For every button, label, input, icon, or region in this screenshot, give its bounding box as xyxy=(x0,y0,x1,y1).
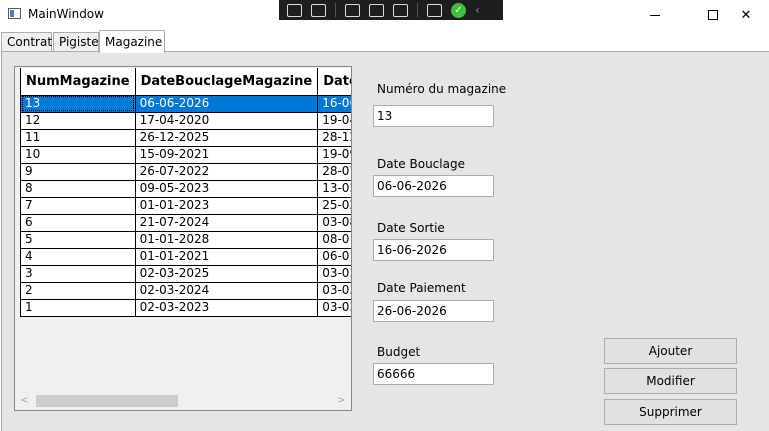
table-row[interactable]: 302-03-202503-03-202 xyxy=(20,265,351,283)
table-cell[interactable]: 1 xyxy=(20,299,136,317)
table-cell[interactable]: 28-07-202 xyxy=(317,163,351,181)
table-row[interactable]: 202-03-202403-03-202 xyxy=(20,282,351,300)
table-cell[interactable]: 02-03-2024 xyxy=(135,282,319,300)
supprimer-button[interactable]: Supprimer xyxy=(604,399,737,425)
table-cell[interactable]: 19-09-202 xyxy=(317,146,351,164)
table-cell[interactable]: 01-01-2023 xyxy=(135,197,319,215)
table-cell[interactable]: 01-01-2021 xyxy=(135,248,319,266)
table-row[interactable]: 926-07-202228-07-202 xyxy=(20,163,351,181)
numero-label: Numéro du magazine xyxy=(377,82,507,96)
table-cell[interactable]: 28-12-202 xyxy=(317,129,351,147)
table-cell[interactable]: 16-06-202 xyxy=(317,95,351,113)
table-row[interactable]: 621-07-202403-08-202 xyxy=(20,214,351,232)
close-icon: ✕ xyxy=(740,7,752,23)
tab-contrat[interactable]: Contrat xyxy=(1,32,52,52)
table-cell[interactable]: 11 xyxy=(20,129,136,147)
scroll-thumb[interactable] xyxy=(36,395,178,407)
hot-reload-icon[interactable] xyxy=(427,3,442,17)
table-cell[interactable]: 5 xyxy=(20,231,136,249)
magazine-data-grid[interactable]: NumMagazine DateBouclageMagazine DateSor… xyxy=(14,66,352,411)
table-row[interactable]: 1126-12-202528-12-202 xyxy=(20,129,351,147)
header-row: NumMagazine DateBouclageMagazine DateSor xyxy=(20,68,351,96)
scroll-right-arrow-icon[interactable]: > xyxy=(333,392,350,409)
column-header-datesortie[interactable]: DateSor xyxy=(317,68,351,96)
ajouter-button[interactable]: Ajouter xyxy=(604,338,737,364)
table-cell[interactable]: 02-03-2023 xyxy=(135,299,319,317)
table-cell[interactable]: 6 xyxy=(20,214,136,232)
maximize-icon xyxy=(708,10,718,20)
table-cell[interactable]: 08-01-202 xyxy=(317,231,351,249)
table-cell[interactable]: 06-06-2026 xyxy=(135,95,319,113)
table-cell[interactable]: 13-05-202 xyxy=(317,180,351,198)
table-cell[interactable]: 19-04-202 xyxy=(317,112,351,130)
table-cell[interactable]: 15-09-2021 xyxy=(135,146,319,164)
sortie-label: Date Sortie xyxy=(377,221,445,235)
table-cell[interactable]: 03-08-202 xyxy=(317,214,351,232)
column-header-datebouclage[interactable]: DateBouclageMagazine xyxy=(135,68,319,96)
tab-magazine[interactable]: Magazine xyxy=(99,30,165,53)
magazine-table: NumMagazine DateBouclageMagazine DateSor… xyxy=(20,68,351,317)
tab-strip: Contrat Pigiste Magazine xyxy=(0,30,769,53)
window-title: MainWindow xyxy=(28,7,104,21)
bouclage-input[interactable]: 06-06-2026 xyxy=(373,175,494,197)
table-row[interactable]: 701-01-202325-02-202 xyxy=(20,197,351,215)
table-cell[interactable]: 8 xyxy=(20,180,136,198)
table-cell[interactable]: 7 xyxy=(20,197,136,215)
table-row[interactable]: 1015-09-202119-09-202 xyxy=(20,146,351,164)
toolbar-separator xyxy=(417,3,418,17)
scroll-left-arrow-icon[interactable]: < xyxy=(16,392,33,409)
live-visual-tree-icon[interactable] xyxy=(287,3,302,17)
modifier-button[interactable]: Modifier xyxy=(604,368,737,394)
table-row[interactable]: 1217-04-202019-04-202 xyxy=(20,112,351,130)
table-cell[interactable]: 03-03-202 xyxy=(317,265,351,283)
table-row[interactable]: 501-01-202808-01-202 xyxy=(20,231,351,249)
table-row[interactable]: 1306-06-202616-06-202 xyxy=(20,95,351,113)
table-cell[interactable]: 10 xyxy=(20,146,136,164)
table-cell[interactable]: 12 xyxy=(20,112,136,130)
budget-label: Budget xyxy=(377,345,421,359)
minimize-icon xyxy=(650,14,660,16)
table-cell[interactable]: 9 xyxy=(20,163,136,181)
paiement-label: Date Paiement xyxy=(377,281,466,295)
grid-viewport: NumMagazine DateBouclageMagazine DateSor… xyxy=(20,68,351,317)
column-header-nummagazine[interactable]: NumMagazine xyxy=(20,68,136,96)
table-cell[interactable]: 03-03-202 xyxy=(317,299,351,317)
table-cell[interactable]: 13 xyxy=(20,95,136,113)
display-layout-adorners-icon[interactable] xyxy=(369,3,384,17)
track-focus-icon[interactable] xyxy=(393,3,408,17)
table-cell[interactable]: 3 xyxy=(20,265,136,283)
paiement-input[interactable]: 26-06-2026 xyxy=(373,300,494,322)
minimize-button[interactable] xyxy=(632,0,678,30)
table-row[interactable]: 809-05-202313-05-202 xyxy=(20,180,351,198)
collapse-chevron-icon[interactable]: ‹ xyxy=(475,3,480,17)
table-cell[interactable]: 09-05-2023 xyxy=(135,180,319,198)
table-row[interactable]: 401-01-202106-01-202 xyxy=(20,248,351,266)
select-element-icon[interactable] xyxy=(345,3,360,17)
table-cell[interactable]: 21-07-2024 xyxy=(135,214,319,232)
table-cell[interactable]: 4 xyxy=(20,248,136,266)
bouclage-label: Date Bouclage xyxy=(377,157,465,171)
close-button[interactable]: ✕ xyxy=(723,0,769,30)
tab-content: NumMagazine DateBouclageMagazine DateSor… xyxy=(1,51,769,431)
toolbar-separator xyxy=(335,3,336,17)
table-cell[interactable]: 2 xyxy=(20,282,136,300)
table-cell[interactable]: 03-03-202 xyxy=(317,282,351,300)
check-icon[interactable]: ✓ xyxy=(451,2,466,18)
debug-toolbar: ✓ ‹ xyxy=(279,0,503,20)
table-cell[interactable]: 06-01-202 xyxy=(317,248,351,266)
tab-pigiste[interactable]: Pigiste xyxy=(53,32,99,52)
table-cell[interactable]: 17-04-2020 xyxy=(135,112,319,130)
budget-input[interactable]: 66666 xyxy=(373,363,494,385)
table-cell[interactable]: 01-01-2028 xyxy=(135,231,319,249)
horizontal-scrollbar[interactable]: < > xyxy=(16,392,350,409)
table-cell[interactable]: 26-12-2025 xyxy=(135,129,319,147)
table-row[interactable]: 102-03-202303-03-202 xyxy=(20,299,351,317)
window-icon xyxy=(8,8,21,19)
table-cell[interactable]: 26-07-2022 xyxy=(135,163,319,181)
numero-input[interactable]: 13 xyxy=(373,105,494,127)
video-icon[interactable] xyxy=(311,3,326,17)
table-cell[interactable]: 25-02-202 xyxy=(317,197,351,215)
sortie-input[interactable]: 16-06-2026 xyxy=(373,239,494,261)
table-cell[interactable]: 02-03-2025 xyxy=(135,265,319,283)
